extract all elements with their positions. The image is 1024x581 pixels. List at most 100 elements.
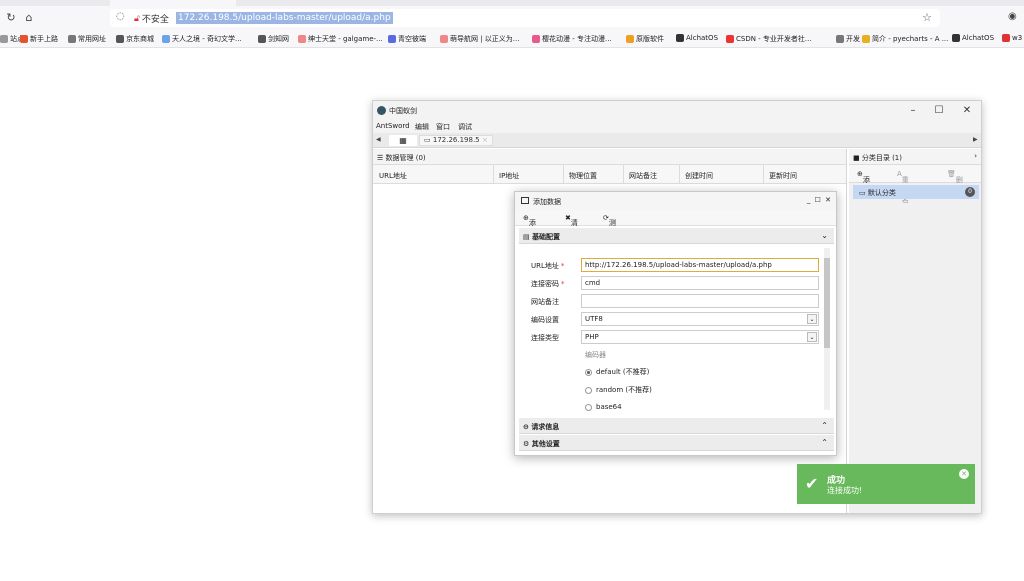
tab-scroll-right-icon[interactable]: ▶ — [973, 136, 978, 143]
menu-antsword[interactable]: AntSword — [376, 122, 410, 130]
col-created[interactable]: 创建时间 — [685, 171, 713, 181]
account-icon[interactable]: ◉ — [1008, 11, 1017, 22]
type-select[interactable]: PHP ⌄ — [581, 330, 819, 344]
col-url[interactable]: URL地址 — [379, 171, 407, 181]
dialog-clear-button[interactable]: ✖ 清空 — [565, 214, 578, 237]
section-basic-title: ▤ 基础配置 — [523, 233, 561, 241]
type-row: 连接类型 PHP ⌄ — [519, 330, 819, 344]
category-delete-button[interactable]: 🗑︎ 删除 — [947, 170, 963, 194]
category-add-button[interactable]: ⊕ 添加 — [857, 170, 870, 194]
bookmark-item[interactable]: 开发 — [836, 34, 860, 44]
minimize-button[interactable]: – — [903, 104, 923, 118]
bookmark-label: 原版软件 — [636, 35, 664, 43]
menu-debug[interactable]: 调试 — [458, 122, 472, 132]
security-indicator[interactable]: 🔓︎ 不安全 — [134, 12, 169, 26]
tab-home-grid[interactable]: ▦ — [389, 135, 417, 146]
bookmark-item[interactable]: 樱花动漫 - 专注动漫... — [532, 34, 612, 44]
bookmark-favicon-icon — [68, 35, 76, 43]
bookmark-item[interactable]: AlchatOS — [952, 34, 994, 42]
section-other-settings[interactable]: ⚙ 其他设置 ⌃ — [519, 435, 834, 451]
encoder-base64-radio[interactable]: base64 — [585, 403, 622, 411]
note-input[interactable] — [581, 294, 819, 308]
bookmark-item[interactable]: 原版软件 — [626, 34, 664, 44]
bookmark-item[interactable]: 绅士天堂 - galgame-... — [298, 34, 383, 44]
section-request-info[interactable]: ⊖ 请求信息 ⌃ — [519, 418, 834, 434]
shield-icon[interactable]: ◌ — [116, 11, 125, 22]
section-basic-config[interactable]: ▤ 基础配置 ⌄ — [519, 228, 834, 244]
password-label: 连接密码 * — [531, 280, 565, 288]
col-ip[interactable]: IP地址 — [499, 171, 519, 181]
close-button[interactable]: ✕ — [957, 104, 977, 118]
tab-scroll-left-icon[interactable]: ◀ — [376, 136, 381, 143]
address-bar[interactable]: ◌ 🔓︎ 不安全 172.26.198.5/upload-labs-master… — [110, 9, 940, 27]
checkmark-icon: ✔ — [805, 474, 819, 493]
bookmark-label: AlchatOS — [962, 34, 995, 42]
maximize-button[interactable]: ☐ — [929, 104, 949, 118]
app-tab-bar: ◀ ▦ ▭ 172.26.198.5 × ▶ — [373, 133, 981, 148]
bookmark-label: 剑知网 — [268, 35, 289, 43]
encoder-default-radio[interactable]: default (不推荐) — [585, 367, 649, 377]
data-table-header: URL地址 IP地址 物理位置 网站备注 创建时间 更新时间 — [373, 165, 846, 184]
encoding-label: 编码设置 — [531, 316, 559, 324]
menu-window[interactable]: 窗口 — [436, 122, 450, 132]
bookmark-item[interactable]: CSDN - 专业开发者社... — [726, 34, 812, 44]
col-updated[interactable]: 更新时间 — [769, 171, 797, 181]
section-other-title: ⚙ 其他设置 — [523, 440, 560, 448]
toast-close-icon[interactable]: ✕ — [959, 469, 969, 479]
toast-message: 连接成功! — [827, 486, 863, 495]
col-location[interactable]: 物理位置 — [569, 171, 597, 181]
bookmark-item[interactable]: 新手上路 — [20, 34, 58, 44]
bookmark-star-icon[interactable]: ☆ — [922, 11, 932, 24]
bookmark-favicon-icon — [726, 35, 734, 43]
bookmark-item[interactable]: AlchatOS — [676, 34, 718, 42]
dialog-test-connection-button[interactable]: ⟳ 测试连接 — [603, 214, 616, 257]
url-input[interactable]: http://172.26.198.5/upload-labs-master/u… — [581, 258, 819, 272]
bookmark-item[interactable]: w3 — [1002, 34, 1022, 42]
bookmark-favicon-icon — [1002, 34, 1010, 42]
bookmark-label: 常用网址 — [78, 35, 106, 43]
reload-icon[interactable]: ↻ — [4, 11, 18, 25]
tab-close-icon[interactable]: × — [482, 136, 488, 145]
home-icon[interactable]: ⌂ — [22, 11, 36, 25]
bookmark-favicon-icon — [298, 35, 306, 43]
radio-selected-icon — [585, 368, 592, 376]
bookmark-item[interactable]: 简介 - pyecharts - A ... — [862, 34, 948, 44]
menu-edit[interactable]: 编辑 — [415, 122, 429, 132]
category-title: ■ 分类目录 (1) — [853, 154, 902, 162]
insecure-lock-icon: 🔓︎ — [134, 13, 140, 24]
radio-icon — [585, 386, 592, 394]
dialog-titlebar: 添加数据 _ ☐ ✕ — [515, 192, 836, 210]
category-rename-button[interactable]: A 重命名 — [897, 170, 909, 204]
bookmark-item[interactable]: 天人之境 - 奇幻文学... — [162, 34, 242, 44]
bookmark-item[interactable]: 萌导航网 | 以正义为... — [440, 34, 519, 44]
bookmark-item[interactable]: 青空彼端 — [388, 34, 426, 44]
url-row: URL地址 * http://172.26.198.5/upload-labs-m… — [519, 258, 819, 272]
dialog-window-controls[interactable]: _ ☐ ✕ — [807, 196, 832, 204]
window-icon — [521, 197, 529, 204]
category-pane: ■ 分类目录 (1) › ⊕ 添加 A 重命名 🗑︎ 删除 ▭ 默认分类 0 — [849, 149, 981, 513]
bookmark-label: 天人之境 - 奇幻文学... — [172, 35, 242, 43]
password-input[interactable]: cmd — [581, 276, 819, 290]
collapse-arrow-icon[interactable]: › — [974, 152, 977, 160]
tab-host[interactable]: ▭ 172.26.198.5 × — [419, 135, 493, 146]
form-scrollbar-thumb[interactable] — [824, 258, 830, 348]
dialog-add-button[interactable]: ⊕ 添加 — [523, 214, 536, 237]
chevron-down-icon: ⌄ — [821, 231, 828, 240]
url-text[interactable]: 172.26.198.5/upload-labs-master/upload/a… — [176, 12, 393, 24]
category-item-default[interactable]: ▭ 默认分类 0 — [853, 185, 979, 199]
bookmark-label: 青空彼端 — [398, 35, 426, 43]
encoder-random-radio[interactable]: random (不推荐) — [585, 385, 652, 395]
bookmark-item[interactable]: 剑知网 — [258, 34, 289, 44]
encoding-select[interactable]: UTF8 ⌄ — [581, 312, 819, 326]
bookmark-label: 开发 — [846, 35, 860, 43]
type-label: 连接类型 — [531, 334, 559, 342]
form-scrollbar[interactable] — [824, 248, 830, 410]
bookmark-item[interactable]: 常用网址 — [68, 34, 106, 44]
url-label: URL地址 * — [531, 262, 565, 270]
category-item-label: ▭ 默认分类 — [859, 189, 896, 197]
browser-navbar: ↻ ⌂ ◌ 🔓︎ 不安全 172.26.198.5/upload-labs-ma… — [0, 6, 1024, 30]
bookmark-item[interactable]: 京东商城 — [116, 34, 154, 44]
encoder-default-label: default (不推荐) — [596, 368, 650, 376]
col-note[interactable]: 网站备注 — [629, 171, 657, 181]
bookmark-favicon-icon — [862, 35, 870, 43]
